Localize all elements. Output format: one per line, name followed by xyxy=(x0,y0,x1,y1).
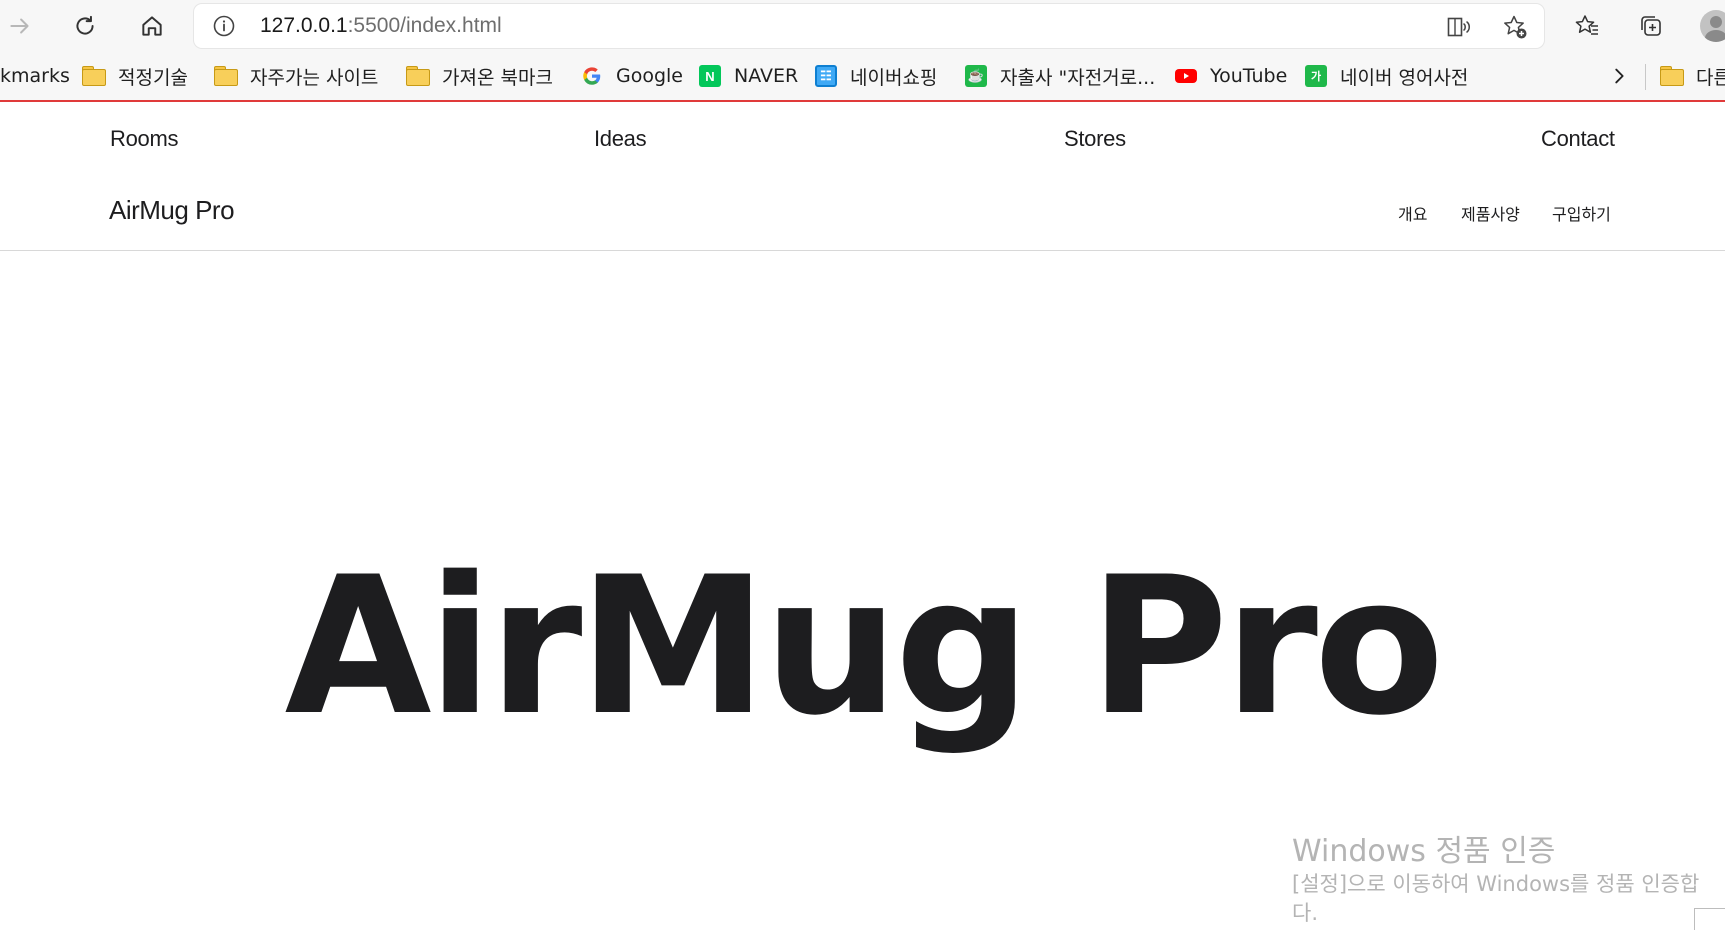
refresh-icon xyxy=(76,15,94,35)
bookmark-folder-2[interactable]: 자주가는 사이트 xyxy=(214,61,378,91)
other-favorites[interactable]: 다른 xyxy=(1660,61,1725,91)
folder-icon xyxy=(214,64,238,88)
bookmark-naver[interactable]: N NAVER xyxy=(698,61,798,91)
product-nav: AirMug Pro 개요 제품사양 구입하기 xyxy=(0,174,1725,251)
link-specs[interactable]: 제품사양 xyxy=(1461,201,1520,225)
youtube-icon xyxy=(1174,64,1198,88)
watermark-title: Windows 정품 인증 xyxy=(1292,834,1556,869)
bookmarks-label-partial[interactable]: kmarks xyxy=(0,61,70,91)
bookmark-youtube[interactable]: YouTube xyxy=(1174,61,1287,91)
bookmarks-divider xyxy=(1645,64,1646,90)
cafe-icon: ☕ xyxy=(964,64,988,88)
favorites-icon xyxy=(1575,15,1598,35)
bookmark-naver-dict[interactable]: 가 네이버 영어사전 xyxy=(1304,61,1468,91)
bookmark-google[interactable]: Google xyxy=(580,61,683,91)
collections-button[interactable] xyxy=(1633,8,1669,44)
hero-title: AirMug Pro xyxy=(284,536,1445,757)
arrow-right-icon xyxy=(10,18,29,34)
nav-contact[interactable]: Contact xyxy=(1541,126,1615,152)
address-bar[interactable]: 127.0.0.1:5500/index.html xyxy=(194,4,1544,48)
add-favorite-icon[interactable] xyxy=(1502,14,1528,40)
forward-button[interactable] xyxy=(2,8,38,44)
bookmark-folder-3[interactable]: 가져온 북마크 xyxy=(406,61,553,91)
nav-stores[interactable]: Stores xyxy=(1064,126,1126,152)
nav-ideas[interactable]: Ideas xyxy=(594,126,647,152)
favorites-button[interactable] xyxy=(1569,8,1605,44)
bookmark-folder-1[interactable]: 적정기술 xyxy=(82,61,188,91)
refresh-button[interactable] xyxy=(67,8,103,44)
folder-icon xyxy=(406,64,430,88)
naver-icon: N xyxy=(698,64,722,88)
google-icon xyxy=(580,64,604,88)
global-nav: Rooms Ideas Stores Contact xyxy=(0,104,1725,174)
bookmark-naver-shopping[interactable]: ☷ 네이버쇼핑 xyxy=(814,61,937,91)
naver-dict-icon: 가 xyxy=(1304,64,1328,88)
bookmark-cafe[interactable]: ☕ 자출사 "자전거로... xyxy=(964,61,1155,91)
bookmarks-bar: kmarks 적정기술 자주가는 사이트 가져온 북마크 Google N NA… xyxy=(0,52,1725,102)
read-aloud-icon[interactable] xyxy=(1446,14,1472,40)
home-icon xyxy=(142,16,162,36)
info-icon[interactable] xyxy=(212,14,236,38)
more-bookmarks-button[interactable] xyxy=(1608,61,1630,91)
nav-rooms[interactable]: Rooms xyxy=(110,126,178,152)
home-button[interactable] xyxy=(134,8,170,44)
url-host: 127.0.0.1 xyxy=(260,14,348,37)
profile-avatar[interactable] xyxy=(1700,10,1725,42)
folder-icon xyxy=(1660,64,1684,88)
collections-icon xyxy=(1641,16,1661,36)
link-buy[interactable]: 구입하기 xyxy=(1552,201,1611,225)
taskbar-corner[interactable] xyxy=(1694,908,1725,930)
folder-icon xyxy=(82,64,106,88)
chevron-right-icon xyxy=(1615,68,1624,84)
browser-toolbar: 127.0.0.1:5500/index.html xyxy=(0,0,1725,52)
product-title[interactable]: AirMug Pro xyxy=(109,195,235,226)
url-text[interactable]: 127.0.0.1:5500/index.html xyxy=(260,14,502,38)
watermark-line: [설정]으로 이동하여 Windows를 정품 인증합 xyxy=(1292,872,1700,896)
naver-shopping-icon: ☷ xyxy=(814,64,838,88)
link-overview[interactable]: 개요 xyxy=(1398,201,1427,225)
url-path: :5500/index.html xyxy=(347,14,502,37)
watermark-line-end: 다. xyxy=(1292,901,1318,925)
